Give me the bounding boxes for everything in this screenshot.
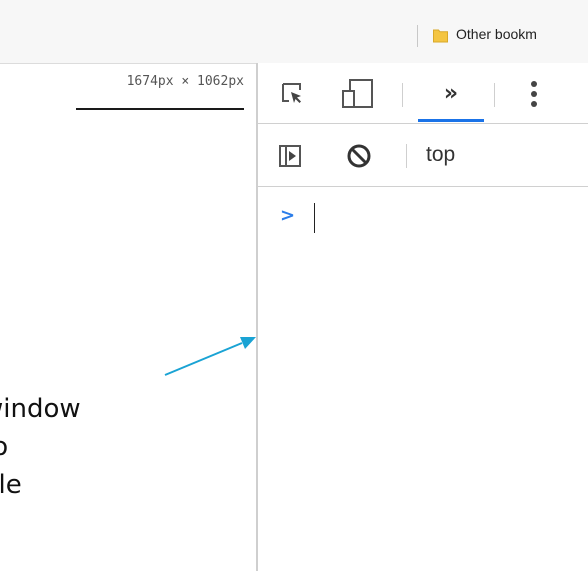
console-input-area[interactable] [258, 187, 588, 571]
inspect-element-icon[interactable] [280, 81, 306, 107]
toolbar-separator [406, 144, 407, 168]
device-toolbar-icon[interactable] [340, 78, 376, 110]
dimension-underline [76, 108, 244, 110]
execution-context-selector[interactable]: top [426, 143, 455, 167]
other-bookmarks-link[interactable]: Other bookm [456, 26, 537, 42]
bookmarks-bar: Other bookm [0, 0, 588, 64]
console-prompt-icon: > [280, 205, 296, 226]
text-caret [314, 203, 315, 233]
annotation-text: window to ble [0, 390, 222, 504]
toolbar-separator [494, 83, 495, 107]
kebab-menu-icon[interactable] [528, 79, 540, 109]
bookmarks-separator [417, 25, 418, 47]
devtools-panel: » top > [256, 63, 588, 571]
console-sidebar-icon[interactable] [278, 144, 302, 168]
annotation-line: to [0, 432, 9, 462]
more-tabs-button[interactable]: » [426, 77, 476, 111]
console-toolbar [258, 124, 588, 187]
toolbar-separator [402, 83, 403, 107]
devtools-main-toolbar: » [258, 63, 588, 124]
annotation-arrow [164, 337, 256, 376]
viewport-dimensions: 1674px × 1062px [126, 74, 244, 89]
annotation-line: window [0, 394, 81, 424]
annotation-line: ble [0, 470, 22, 500]
active-tab-indicator [418, 119, 484, 122]
screenshot-root: Other bookm 1674px × 1062px » top > indo… [0, 0, 588, 571]
clear-console-icon[interactable] [346, 143, 372, 169]
folder-icon[interactable] [432, 27, 449, 44]
